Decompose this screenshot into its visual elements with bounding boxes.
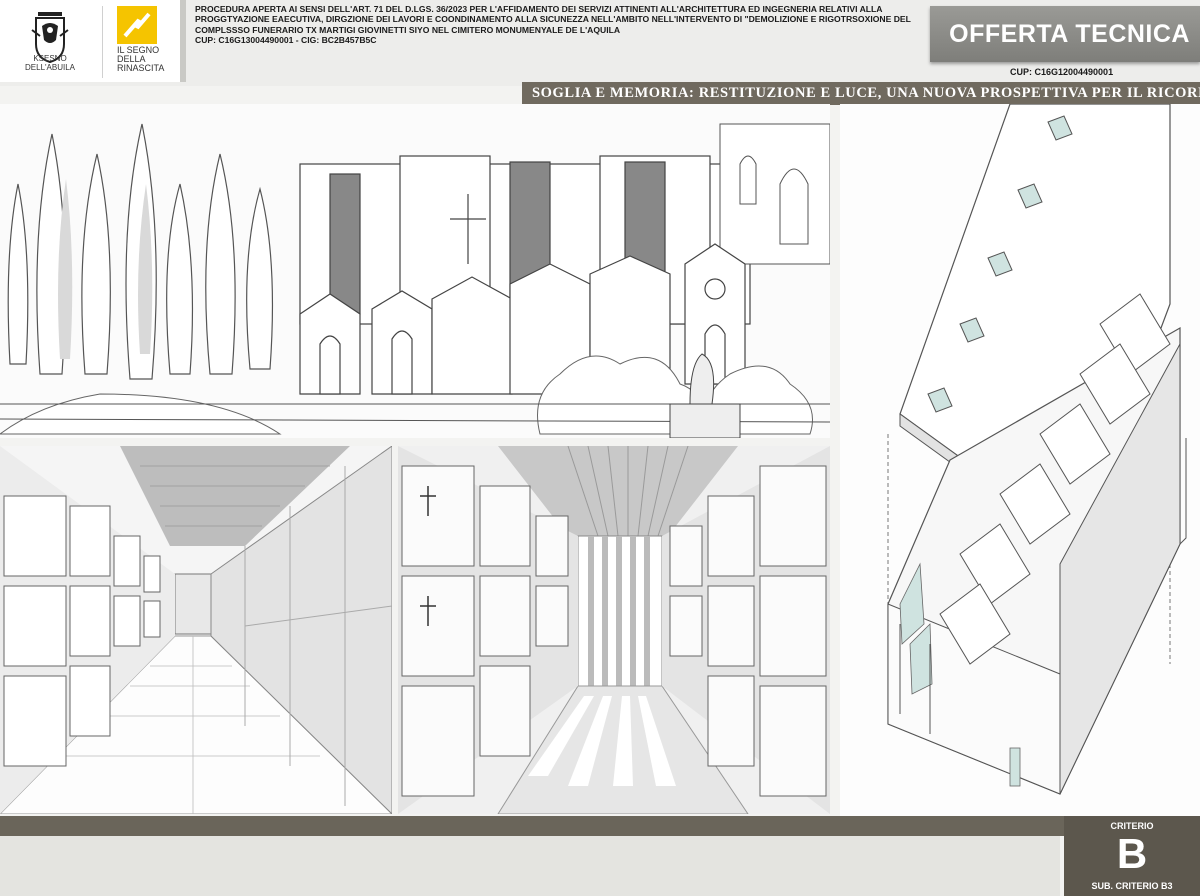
subtitle: SOGLIA E MEMORIA: RESTITUZIONE E LUCE, U… bbox=[532, 85, 1200, 101]
logo-right-caption: IL SEGNO DELLA RINASCITA bbox=[117, 46, 164, 73]
logo-left-caption: KSESNO DELL'ABUILA bbox=[25, 54, 75, 72]
offer-title: OFFERTA TECNICA bbox=[949, 20, 1190, 48]
criterion-box: CRITERIO B SUB. CRITERIO B3 bbox=[1064, 816, 1200, 896]
logo-right-line-3: RINASCITA bbox=[117, 63, 165, 73]
subtitle-bar: SOGLIA E MEMORIA: RESTITUZIONE E LUCE, U… bbox=[522, 82, 1200, 105]
footer-bar bbox=[0, 816, 1200, 836]
corridor-right-render bbox=[398, 446, 830, 814]
procedure-description: PROCEDURA APERTA AI SENSI DELL'ART. 71 D… bbox=[195, 4, 911, 35]
criterion-letter: B bbox=[1116, 830, 1148, 877]
corridor-left-render bbox=[0, 446, 392, 814]
cemetery-sketch-image bbox=[0, 104, 830, 438]
procedure-text: PROCEDURA APERTA AI SENSI DELL'ART. 71 D… bbox=[195, 4, 920, 46]
rinascita-logo: IL SEGNO DELLA RINASCITA bbox=[102, 6, 182, 78]
footer-strip bbox=[0, 836, 1060, 896]
cup-cig-line: CUP: C16G13004490001 - CIG: BC2B457B5C bbox=[195, 35, 377, 46]
axonometric-diagram bbox=[840, 104, 1200, 816]
header: KSESNO DELL'ABUILA IL SEGNO DELLA RINASC… bbox=[0, 0, 1200, 86]
aquila-coat-of-arms-logo: KSESNO DELL'ABUILA bbox=[10, 6, 90, 78]
cup-right: CUP: C16G12004490001 bbox=[1010, 67, 1114, 77]
sub-criterion-label: SUB. CRITERIO B3 bbox=[1091, 881, 1173, 891]
offer-title-box: OFFERTA TECNICA bbox=[930, 6, 1200, 62]
logos: KSESNO DELL'ABUILA IL SEGNO DELLA RINASC… bbox=[0, 0, 186, 82]
